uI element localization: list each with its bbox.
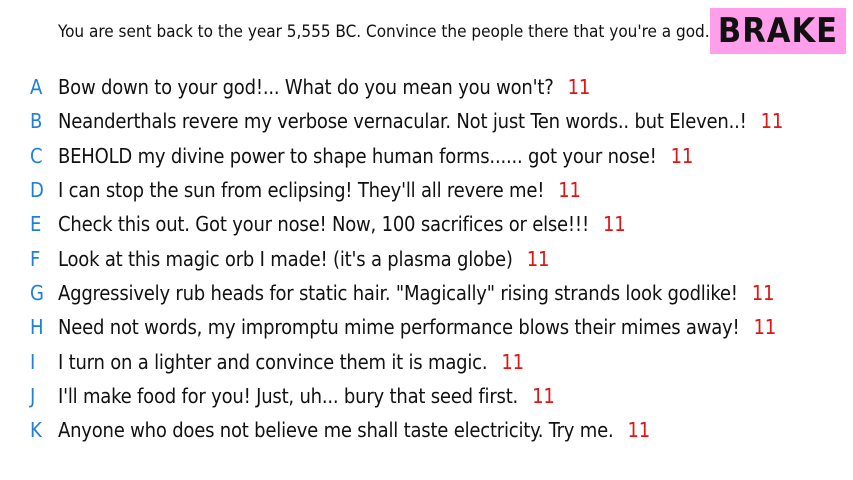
brake-button[interactable]: BRAKE (710, 8, 846, 54)
answer-row-k[interactable]: K Anyone who does not believe me shall t… (0, 413, 853, 447)
answer-score: 11 (567, 75, 591, 100)
answer-text-body: I can stop the sun from eclipsing! They'… (58, 178, 545, 203)
answer-letter: J (30, 383, 36, 408)
answer-text-body: Bow down to your god!... What do you mea… (58, 75, 554, 100)
answer-row-e[interactable]: E Check this out. Got your nose! Now, 10… (0, 207, 853, 241)
answer-row-c[interactable]: C BEHOLD my divine power to shape human … (0, 139, 853, 173)
answer-text: Neanderthals revere my verbose vernacula… (58, 109, 783, 133)
answer-score: 11 (751, 280, 775, 305)
answer-text: Check this out. Got your nose! Now, 100 … (58, 212, 626, 237)
answer-row-d[interactable]: D I can stop the sun from eclipsing! The… (0, 173, 853, 207)
answer-text: Bow down to your god!... What do you mea… (58, 75, 590, 99)
answer-text: I can stop the sun from eclipsing! They'… (58, 178, 581, 202)
answer-row-f[interactable]: F Look at this magic orb I made! (it's a… (0, 241, 853, 275)
answer-text: I turn on a lighter and convince them it… (58, 350, 524, 374)
answer-letter: B (30, 109, 43, 134)
answer-row-g[interactable]: G Aggressively rub heads for static hair… (0, 276, 853, 310)
answer-letter: F (30, 246, 41, 271)
answer-list: A Bow down to your god!... What do you m… (0, 70, 853, 447)
answer-text-body: Check this out. Got your nose! Now, 100 … (58, 212, 589, 237)
answer-letter: H (30, 315, 44, 340)
answer-score: 11 (501, 349, 524, 374)
answer-score: 11 (760, 109, 784, 134)
answer-text-body: Aggressively rub heads for static hair. … (58, 280, 738, 305)
answer-text: Anyone who does not believe me shall tas… (58, 418, 650, 442)
answer-row-i[interactable]: I I turn on a lighter and convince them … (0, 344, 853, 378)
answer-row-h[interactable]: H Need not words, my impromptu mime perf… (0, 310, 853, 344)
answer-row-a[interactable]: A Bow down to your god!... What do you m… (0, 70, 853, 104)
answer-letter: D (30, 178, 44, 203)
answer-text-body: Need not words, my impromptu mime perfor… (58, 315, 740, 340)
answer-text: I'll make food for you! Just, uh... bury… (58, 384, 555, 408)
answer-row-j[interactable]: J I'll make food for you! Just, uh... bu… (0, 379, 853, 413)
answer-letter: G (30, 280, 44, 305)
answer-row-b[interactable]: B Neanderthals revere my verbose vernacu… (0, 104, 853, 138)
answer-letter: I (30, 349, 36, 374)
answer-text: BEHOLD my divine power to shape human fo… (58, 144, 693, 168)
answer-letter: A (30, 75, 43, 100)
question-prompt: You are sent back to the year 5,555 BC. … (58, 22, 710, 42)
answer-score: 11 (558, 178, 581, 203)
answer-letter: E (30, 212, 42, 237)
answer-score: 11 (602, 212, 626, 237)
answer-letter: C (30, 143, 43, 168)
answer-score: 11 (627, 418, 650, 443)
answer-score: 11 (670, 143, 694, 168)
answer-text-body: Neanderthals revere my verbose vernacula… (58, 109, 747, 134)
answer-score: 11 (526, 246, 550, 271)
answer-text-body: Anyone who does not believe me shall tas… (58, 418, 614, 443)
answer-text: Look at this magic orb I made! (it's a p… (58, 247, 549, 271)
answer-text: Aggressively rub heads for static hair. … (58, 281, 774, 305)
answer-text-body: I turn on a lighter and convince them it… (58, 349, 488, 374)
answer-letter: K (30, 418, 42, 443)
answer-text-body: BEHOLD my divine power to shape human fo… (58, 143, 657, 168)
answer-text-body: I'll make food for you! Just, uh... bury… (58, 383, 519, 408)
answer-score: 11 (532, 383, 555, 408)
answer-text: Need not words, my impromptu mime perfor… (58, 315, 776, 339)
answer-text-body: Look at this magic orb I made! (it's a p… (58, 246, 513, 271)
answer-score: 11 (753, 315, 777, 340)
